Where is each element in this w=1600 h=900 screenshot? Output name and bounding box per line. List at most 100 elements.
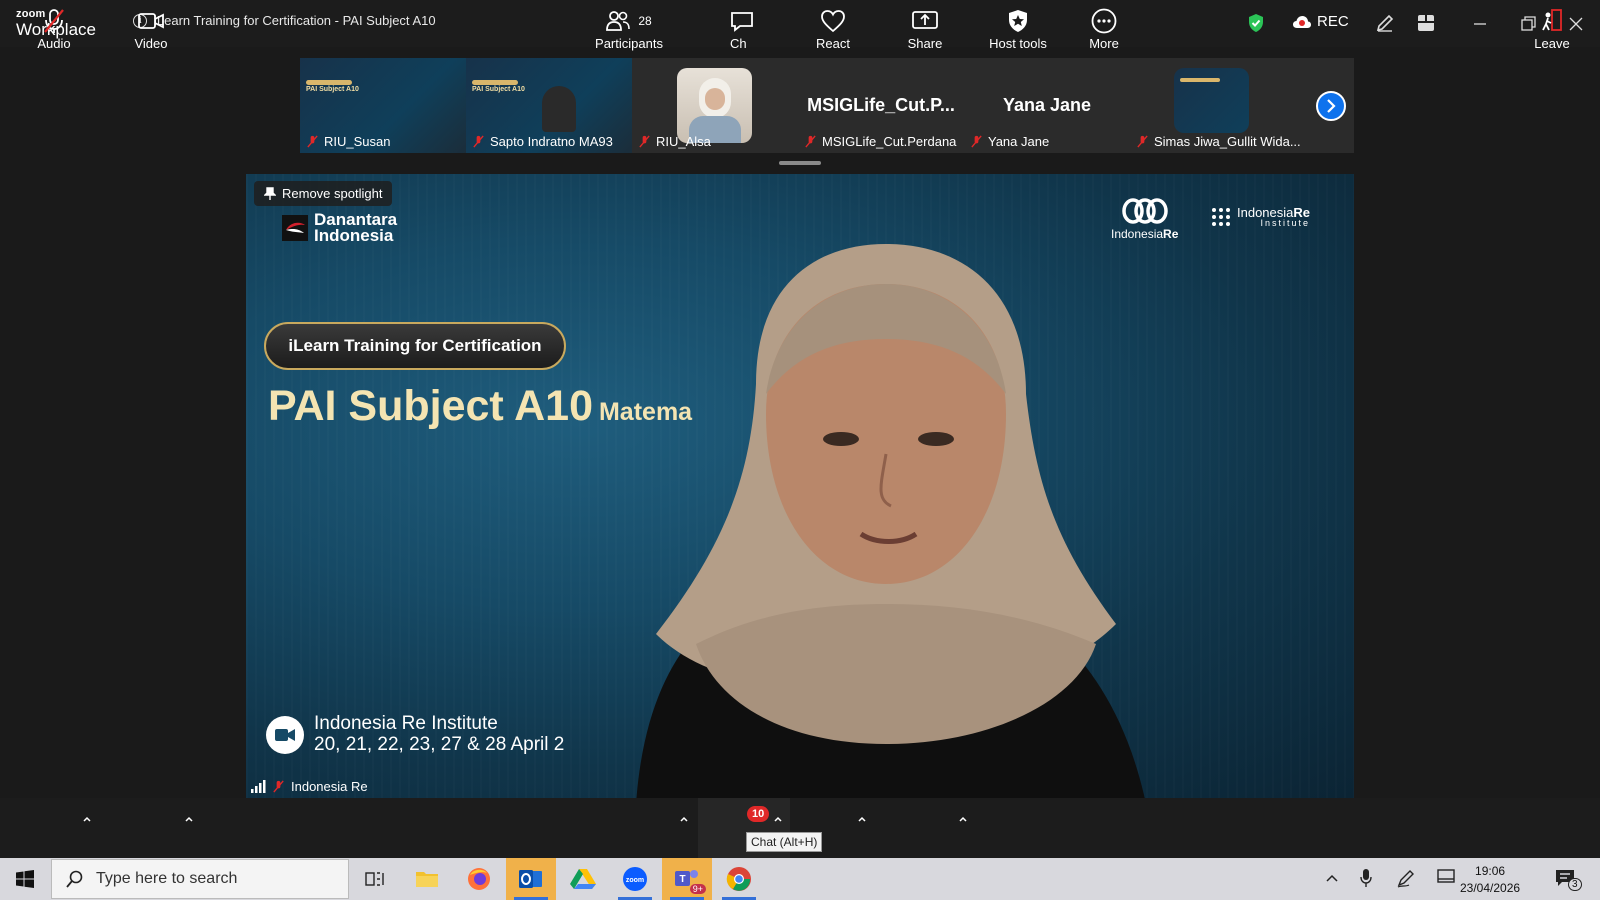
- zoom-app-icon[interactable]: zoom: [610, 858, 660, 900]
- participant-name: RIU_Susan: [306, 134, 390, 149]
- cloud-record-icon: [1293, 15, 1311, 28]
- pen-tray-icon[interactable]: [1396, 868, 1416, 888]
- audio-label: Audio: [37, 36, 71, 51]
- slide-institute: Indonesia Re Institute: [314, 713, 498, 734]
- slide-pill: iLearn Training for Certification: [264, 322, 566, 370]
- react-options-chevron-up-icon[interactable]: [857, 814, 867, 824]
- participants-label: Participants: [595, 36, 663, 51]
- pin-icon: [264, 186, 276, 200]
- speaker-name: Indonesia Re: [291, 779, 368, 794]
- mic-off-icon: [307, 135, 318, 148]
- participant-tile[interactable]: Simas Jiwa_Gullit Wida...: [1130, 58, 1354, 153]
- firefox-icon[interactable]: [454, 858, 504, 900]
- outlook-icon[interactable]: [506, 858, 556, 900]
- teams-badge: 9+: [689, 884, 706, 894]
- participants-options-chevron-up-icon[interactable]: [679, 814, 689, 824]
- slide-institute-block: Indonesia Re Institute 20, 21, 22, 23, 2…: [266, 713, 565, 756]
- chat-unread-badge: 10: [747, 806, 770, 822]
- remove-spotlight-button[interactable]: Remove spotlight: [254, 181, 393, 206]
- mic-off-icon: [1137, 135, 1148, 148]
- strip-scroll-indicator: [779, 161, 821, 165]
- participants-icon: [606, 11, 631, 31]
- participant-tile[interactable]: Yana Jane Yana Jane: [964, 58, 1130, 153]
- encryption-shield-icon[interactable]: [1247, 13, 1265, 33]
- dots-grid-icon: [1212, 208, 1230, 227]
- google-drive-icon[interactable]: [558, 858, 608, 900]
- mic-off-icon: [639, 135, 650, 148]
- participant-tile[interactable]: PAI Subject A10 RIU_Susan: [300, 58, 466, 153]
- search-icon: [66, 870, 83, 888]
- minimize-icon[interactable]: [1470, 14, 1490, 34]
- react-button[interactable]: React: [811, 8, 855, 51]
- logo-left-line2: Indonesia: [314, 226, 394, 246]
- audio-options-chevron-up-icon[interactable]: [82, 814, 92, 824]
- file-explorer-icon[interactable]: [402, 858, 452, 900]
- leave-label: Leave: [1534, 36, 1570, 51]
- clock-date: 23/04/2026: [1460, 881, 1521, 896]
- host-shield-icon: [1009, 10, 1027, 32]
- windows-taskbar: Type here to search zoom T 9+ 19:06 23/0…: [0, 858, 1600, 900]
- notification-center[interactable]: 3: [1554, 868, 1582, 893]
- chat-bubble-icon: [731, 12, 753, 32]
- more-label: More: [1089, 36, 1119, 51]
- windows-start-icon[interactable]: [16, 870, 34, 888]
- share-button[interactable]: Share: [905, 8, 945, 51]
- taskbar-search[interactable]: Type here to search: [51, 859, 349, 899]
- audio-button[interactable]: Audio: [34, 8, 74, 51]
- mic-off-icon: [971, 135, 982, 148]
- participant-tile[interactable]: RIU_Alsa: [632, 58, 798, 153]
- video-camera-icon: [138, 13, 164, 29]
- share-screen-icon: [912, 11, 938, 29]
- participant-tile[interactable]: PAI Subject A10 Sapto Indratno MA93: [466, 58, 632, 153]
- more-button[interactable]: More: [1084, 8, 1124, 51]
- mic-off-icon: [473, 135, 484, 148]
- display-tray-icon[interactable]: [1436, 868, 1456, 886]
- video-button[interactable]: Video: [131, 8, 171, 51]
- meeting-info[interactable]: i iLearn Training for Certification - PA…: [133, 13, 436, 28]
- host-tools-button[interactable]: Host tools: [986, 8, 1050, 51]
- mic-off-icon: [273, 780, 284, 793]
- chat-options-chevron-up-icon[interactable]: [773, 814, 783, 824]
- speaker-video-person: [636, 244, 1145, 798]
- annotate-pen-icon[interactable]: [1375, 13, 1395, 33]
- mic-off-icon: [805, 135, 816, 148]
- mic-muted-icon: [44, 9, 64, 33]
- task-view-icon[interactable]: [350, 858, 400, 900]
- heart-icon: [821, 10, 845, 33]
- indonesia-re-rings-icon: [1121, 198, 1168, 224]
- next-page-button[interactable]: [1316, 91, 1346, 121]
- svg-text:T: T: [679, 874, 685, 885]
- chat-button[interactable]: Ch: [722, 8, 762, 51]
- leave-button[interactable]: Leave: [1532, 8, 1572, 51]
- logo-right1-text: Indonesia: [1111, 227, 1164, 241]
- teams-icon[interactable]: T 9+: [662, 858, 712, 900]
- participant-tile[interactable]: MSIGLife_Cut.P... MSIGLife_Cut.Perdana: [798, 58, 964, 153]
- recording-indicator[interactable]: REC: [1292, 13, 1349, 30]
- participant-display-name: MSIGLife_Cut.P...: [807, 95, 955, 115]
- video-label: Video: [134, 36, 168, 51]
- leave-door-icon: [1542, 9, 1562, 31]
- participant-name: Simas Jiwa_Gullit Wida...: [1136, 134, 1301, 149]
- title-bar: zoom Workplace i iLearn Training for Cer…: [0, 0, 1600, 47]
- tray-chevron-up-icon[interactable]: [1325, 873, 1339, 883]
- logo-right1-re: Re: [1163, 227, 1179, 241]
- indonesia-re-institute-logo: IndonesiaRe Institute: [1211, 206, 1310, 228]
- slide-dates: 20, 21, 22, 23, 27 & 28 April 2: [314, 733, 565, 755]
- taskbar-clock[interactable]: 19:06 23/04/2026: [1460, 863, 1520, 898]
- microphone-tray-icon[interactable]: [1360, 868, 1372, 888]
- participant-name: RIU_Alsa: [638, 134, 711, 149]
- chat-label: Ch: [730, 36, 747, 51]
- share-options-chevron-up-icon[interactable]: [958, 814, 968, 824]
- video-options-chevron-up-icon[interactable]: [184, 814, 194, 824]
- search-placeholder: Type here to search: [96, 870, 238, 887]
- clock-time: 19:06: [1475, 864, 1506, 878]
- apps-grid-icon[interactable]: [1416, 13, 1436, 33]
- chevron-right-icon: [1327, 99, 1336, 113]
- participant-name: Yana Jane: [970, 134, 1049, 149]
- danantara-emblem-icon: [282, 215, 308, 242]
- participants-button[interactable]: 28 Participants: [594, 8, 664, 51]
- chrome-icon[interactable]: [714, 858, 764, 900]
- notification-count: 3: [1568, 878, 1582, 891]
- participant-name: MSIGLife_Cut.Perdana: [804, 134, 956, 149]
- signal-strength-icon: [251, 780, 266, 793]
